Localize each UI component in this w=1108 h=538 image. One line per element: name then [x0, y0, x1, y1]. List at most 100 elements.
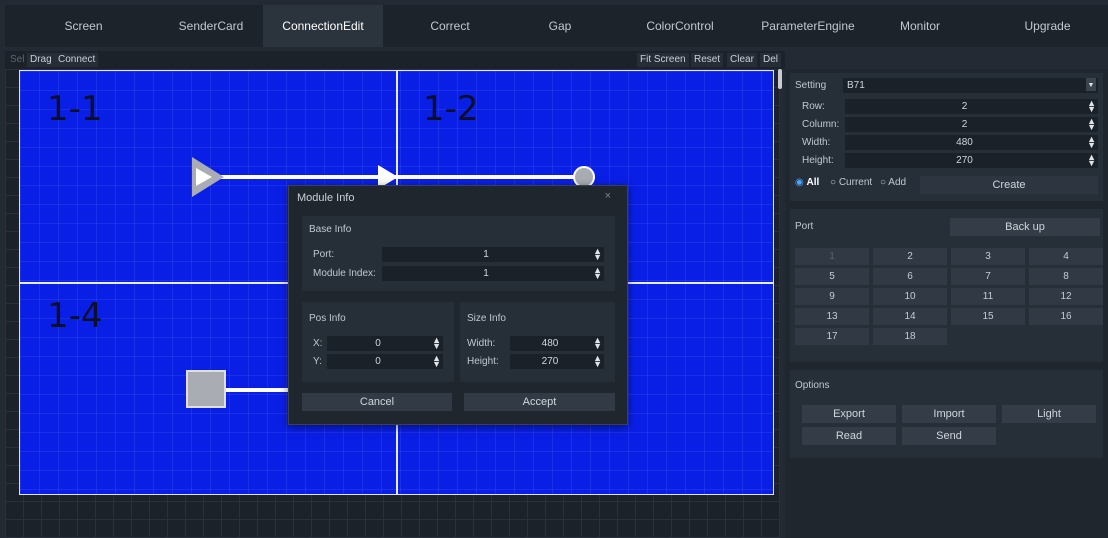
spin-icon[interactable]: ▲ ▼	[432, 336, 441, 351]
spin-icon[interactable]: ▲ ▼	[1087, 117, 1096, 132]
close-icon[interactable]: ×	[605, 190, 611, 202]
dialog-title: Module Info	[297, 192, 355, 204]
tab-connectionedit[interactable]: ConnectionEdit	[263, 5, 383, 47]
setting-card: Setting B71 ▼ Row: 2 ▲ ▼ Column: 2 ▲ ▼ Width…	[790, 73, 1103, 201]
size-width-value: 480	[541, 338, 559, 349]
width-label: Width:	[802, 137, 831, 148]
spin-icon[interactable]: ▲ ▼	[593, 354, 602, 369]
tab-screen[interactable]: Screen	[5, 5, 162, 47]
port-button[interactable]: 14	[873, 308, 947, 325]
options-label: Options	[795, 380, 830, 391]
port-button[interactable]: 1	[795, 248, 869, 265]
export-button[interactable]: Export	[802, 405, 896, 423]
start-arrow-icon[interactable]	[192, 157, 224, 197]
tab-correct[interactable]: Correct	[395, 5, 505, 47]
port-button[interactable]: 9	[795, 288, 869, 305]
spin-icon[interactable]: ▲ ▼	[1087, 153, 1096, 168]
connect-button[interactable]: Connect	[55, 53, 99, 67]
spin-icon[interactable]: ▲ ▼	[593, 266, 602, 281]
column-stepper[interactable]: 2 ▲ ▼	[845, 117, 1098, 132]
fit-screen-button[interactable]: Fit Screen	[637, 53, 689, 67]
port-button[interactable]: 12	[1029, 288, 1103, 305]
spin-icon[interactable]: ▲ ▼	[593, 336, 602, 351]
port-button[interactable]: 7	[951, 268, 1025, 285]
y-stepper[interactable]: 0 ▲ ▼	[327, 354, 443, 369]
port-button[interactable]: 13	[795, 308, 869, 325]
module-index-stepper[interactable]: 1 ▲ ▼	[382, 266, 604, 281]
radio-all[interactable]: ◉ All	[795, 177, 819, 188]
y-label: Y:	[313, 356, 322, 367]
radio-current-label: Current	[838, 177, 873, 188]
size-info-title: Size Info	[467, 313, 506, 324]
reset-button[interactable]: Reset	[691, 53, 724, 67]
port-button[interactable]: 6	[873, 268, 947, 285]
x-stepper[interactable]: 0 ▲ ▼	[327, 336, 443, 351]
send-button[interactable]: Send	[902, 427, 996, 445]
setting-value: B71	[847, 80, 865, 91]
backup-button[interactable]: Back up	[950, 218, 1100, 236]
settings-panel: Setting B71 ▼ Row: 2 ▲ ▼ Column: 2 ▲ ▼ Width…	[785, 69, 1108, 538]
canvas-scrollbar[interactable]	[778, 69, 782, 89]
radio-current[interactable]: ○ Current	[830, 177, 872, 188]
port-button[interactable]: 17	[795, 328, 869, 345]
port-button[interactable]: 8	[1029, 268, 1103, 285]
port-button[interactable]: 11	[951, 288, 1025, 305]
port-button[interactable]: 10	[873, 288, 947, 305]
port-button[interactable]: 16	[1029, 308, 1103, 325]
row-label: Row:	[802, 101, 825, 112]
top-nav: Screen SenderCard ConnectionEdit Correct…	[5, 5, 1108, 47]
tab-colorcontrol[interactable]: ColorControl	[625, 5, 735, 47]
port-button[interactable]: 5	[795, 268, 869, 285]
tab-gap[interactable]: Gap	[515, 5, 605, 47]
port-button[interactable]: 2	[873, 248, 947, 265]
port-button[interactable]: 4	[1029, 248, 1103, 265]
module-label: 1-2	[423, 89, 479, 129]
size-width-label: Width:	[467, 338, 496, 349]
x-label: X:	[313, 338, 323, 349]
port-stepper[interactable]: 1 ▲ ▼	[382, 247, 604, 262]
row-value: 2	[961, 101, 968, 112]
spin-icon[interactable]: ▲ ▼	[593, 247, 602, 262]
light-button[interactable]: Light	[1002, 405, 1096, 423]
radio-all-label: All	[806, 177, 820, 188]
width-stepper[interactable]: 480 ▲ ▼	[845, 135, 1098, 150]
port-button[interactable]: 3	[951, 248, 1025, 265]
height-stepper[interactable]: 270 ▲ ▼	[845, 153, 1098, 168]
clear-button[interactable]: Clear	[727, 53, 757, 67]
tab-monitor[interactable]: Monitor	[880, 5, 960, 47]
width-value: 480	[956, 137, 973, 148]
radio-add[interactable]: ○ Add	[880, 177, 906, 188]
spin-icon[interactable]: ▲ ▼	[1087, 99, 1096, 114]
options-card: Options Export Import Light Read Send	[790, 370, 1103, 458]
port-button[interactable]: 18	[873, 328, 947, 345]
module-node-icon[interactable]	[186, 370, 226, 408]
radio-empty-icon: ○	[830, 177, 837, 188]
module-index-value: 1	[483, 268, 489, 279]
row-stepper[interactable]: 2 ▲ ▼	[845, 99, 1098, 114]
accept-button[interactable]: Accept	[464, 393, 615, 411]
del-button[interactable]: Del	[760, 53, 782, 67]
module-label: 1-1	[47, 89, 103, 129]
tab-parameterengine[interactable]: ParameterEngine	[753, 5, 863, 47]
tab-sendercard[interactable]: SenderCard	[162, 5, 260, 47]
spin-icon[interactable]: ▲ ▼	[1087, 135, 1096, 150]
port-card: Port Back up 1 2 3 4 5 6 7 8 9 10 11 12 …	[790, 209, 1103, 362]
x-value: 0	[375, 338, 381, 349]
sel-button[interactable]: Sel	[7, 53, 27, 67]
port-button[interactable]: 15	[951, 308, 1025, 325]
size-width-stepper[interactable]: 480 ▲ ▼	[510, 336, 604, 351]
size-height-value: 270	[541, 356, 559, 367]
column-label: Column:	[802, 119, 840, 130]
port-value: 1	[483, 249, 489, 260]
read-button[interactable]: Read	[802, 427, 896, 445]
radio-add-label: Add	[888, 177, 907, 188]
size-height-stepper[interactable]: 270 ▲ ▼	[510, 354, 604, 369]
setting-select[interactable]: B71 ▼	[843, 78, 1098, 93]
chevron-down-icon[interactable]: ▼	[1086, 78, 1096, 91]
import-button[interactable]: Import	[902, 405, 996, 423]
cancel-button[interactable]: Cancel	[302, 393, 452, 411]
spin-icon[interactable]: ▲ ▼	[432, 354, 441, 369]
tab-upgrade[interactable]: Upgrade	[1000, 5, 1095, 47]
drag-button[interactable]: Drag	[27, 53, 55, 67]
create-button[interactable]: Create	[920, 176, 1098, 194]
